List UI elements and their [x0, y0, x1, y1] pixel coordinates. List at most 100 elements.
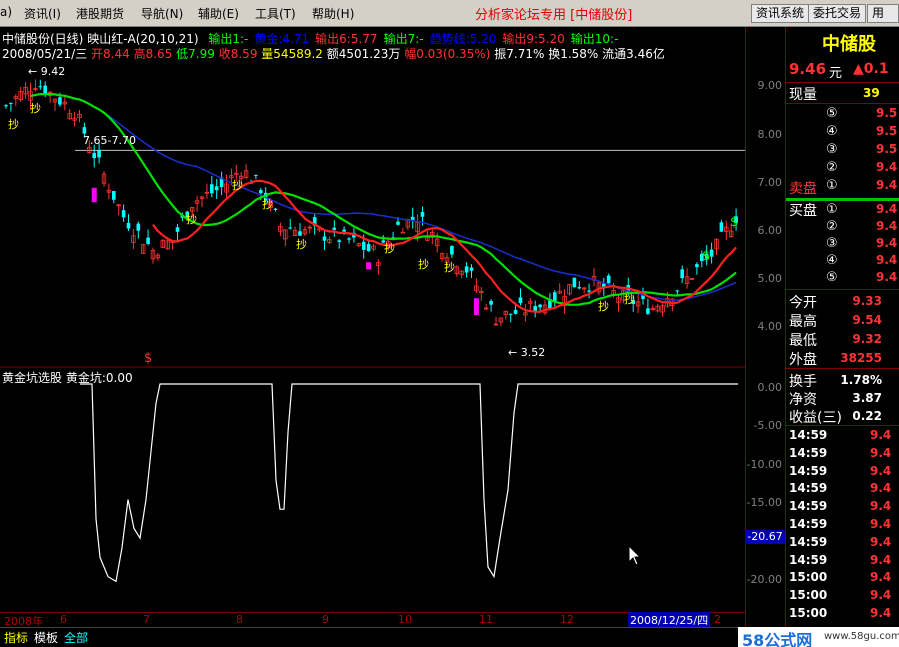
y-tick-500: 5.00: [757, 272, 783, 285]
candle-body: [288, 227, 292, 229]
trade-button[interactable]: 委托交易: [808, 4, 867, 23]
menu-item-partial[interactable]: a): [0, 5, 12, 19]
y-tick-900: 9.00: [757, 79, 783, 92]
candle-body: [259, 190, 263, 194]
candle-body: [410, 216, 415, 221]
forum-title: 分析家论坛专用 [中储股份]: [475, 8, 633, 23]
tick-price: 9.4: [870, 588, 892, 603]
divider: [786, 289, 899, 290]
tick-price: 9.4: [870, 463, 892, 478]
candle-body: [450, 246, 454, 255]
tick-price: 9.4: [870, 428, 892, 442]
info-system-button[interactable]: 资讯系统: [751, 4, 810, 23]
buy-signal-label: 抄: [262, 197, 273, 211]
y-tick-600: 6.00: [757, 224, 783, 237]
candle-body: [572, 277, 577, 288]
highlight-bar: [366, 262, 372, 270]
x-label-7: 7: [143, 613, 150, 626]
candle-body: [587, 290, 591, 292]
buy-level-price: 9.4: [876, 219, 898, 233]
tab-indicator[interactable]: 指标: [4, 629, 28, 646]
candle-body: [342, 229, 346, 232]
buy-level-price: 9.4: [876, 270, 898, 284]
x-label-11: 11: [479, 613, 493, 626]
tab-template[interactable]: 模板: [34, 629, 58, 646]
menu-item-assist[interactable]: 辅助(E): [198, 5, 239, 22]
candle-body: [680, 269, 684, 279]
indicator-value-label: 黄金坑:0.00: [65, 371, 133, 385]
quote-price: 9.46: [789, 60, 827, 78]
menu-item-navigate[interactable]: 导航(N): [141, 5, 183, 22]
sell-level-price: 9.5: [876, 142, 898, 156]
stat2-label: 收益(三): [789, 410, 842, 426]
candle-body: [396, 221, 400, 225]
buy-level-price: 9.4: [876, 236, 898, 250]
user-button[interactable]: 用户: [867, 4, 899, 23]
menu-item-help[interactable]: 帮助(H): [312, 5, 354, 22]
buy-signal-label: 抄: [186, 212, 197, 226]
x-label-6: 6: [60, 613, 67, 626]
tick-price: 9.4: [870, 481, 892, 496]
x-label-9: 9: [322, 613, 329, 626]
buy-level-index: ⑤: [826, 270, 838, 285]
watermark-url: www.58gu.com: [824, 631, 899, 642]
stat-label: 今开: [789, 295, 817, 311]
stat2-label: 净资: [789, 392, 817, 408]
tick-price: 9.4: [870, 570, 892, 585]
price-chart-canvas[interactable]: ← 9.42← 3.527.65-7.70抄抄抄抄抄抄 抄抄 抄抄抄$$$: [0, 27, 745, 627]
tick-time: 14:59: [789, 534, 828, 549]
sell-label: 卖盘: [789, 181, 817, 197]
candle-body: [695, 264, 699, 268]
buy-signal-label: 抄: [444, 260, 455, 274]
menu-item-info[interactable]: 资讯(I): [24, 5, 61, 22]
tick-time: 15:00: [789, 588, 828, 603]
buy-signal-label: 抄: [8, 117, 19, 131]
stat-label: 外盘: [789, 352, 817, 368]
ind-y-tick-10: -10.00: [746, 458, 782, 471]
candle-body: [513, 309, 518, 314]
x-label-12: 12: [560, 613, 574, 626]
tick-time: 15:00: [789, 570, 828, 585]
menu-item-hk-futures[interactable]: 港股期货: [76, 5, 124, 22]
candle-body: [146, 237, 150, 244]
stat-value: 9.54: [852, 313, 882, 327]
stat-value: 38255: [840, 351, 882, 365]
stat-value: 9.32: [852, 332, 882, 346]
ind-y-tick-5: -5.00: [753, 419, 782, 432]
candle-body: [538, 304, 542, 308]
candle-body: [136, 223, 141, 231]
tick-time: 14:59: [789, 481, 828, 496]
x-label-8: 8: [236, 613, 243, 626]
candle-body: [298, 231, 302, 236]
watermark-bar: 58公式网 www.58gu.com: [738, 627, 899, 647]
divider: [786, 368, 899, 369]
indicator-title: 黄金坑选股 黄金坑:0.00: [2, 369, 133, 386]
candle-body: [121, 210, 126, 218]
trend-line-blue: [103, 111, 737, 301]
range-label: 7.65-7.70: [83, 134, 136, 147]
dollar-signal-icon: $: [730, 215, 738, 230]
candle-body: [675, 290, 680, 292]
candle-body: [518, 297, 523, 304]
candle-body: [175, 227, 180, 232]
buy-signal-label: 抄: [418, 257, 429, 271]
stat-label: 最低: [789, 333, 817, 349]
candle-body: [82, 127, 87, 134]
stat2-value: 3.87: [852, 391, 882, 405]
menu-item-tools[interactable]: 工具(T): [255, 5, 296, 22]
y-tick-800: 8.00: [757, 128, 783, 141]
menu-bar: a) 资讯(I) 港股期货 导航(N) 辅助(E) 工具(T) 帮助(H) 分析…: [0, 0, 899, 27]
stat-value: 9.33: [852, 294, 882, 308]
dollar-signal-icon: $: [702, 249, 710, 264]
sell-level-price: 9.5: [876, 106, 898, 120]
buy-level-price: 9.4: [876, 253, 898, 267]
buy-signal-label: 抄: [296, 237, 307, 251]
candle-body: [112, 190, 116, 200]
buy-label: 买盘: [789, 203, 817, 219]
tick-time: 14:59: [789, 499, 828, 514]
candle-body: [214, 186, 219, 191]
current-vol-value: 39: [863, 86, 880, 100]
candle-body: [9, 103, 13, 105]
tab-all[interactable]: 全部: [64, 629, 88, 646]
tick-price: 9.4: [870, 517, 892, 531]
